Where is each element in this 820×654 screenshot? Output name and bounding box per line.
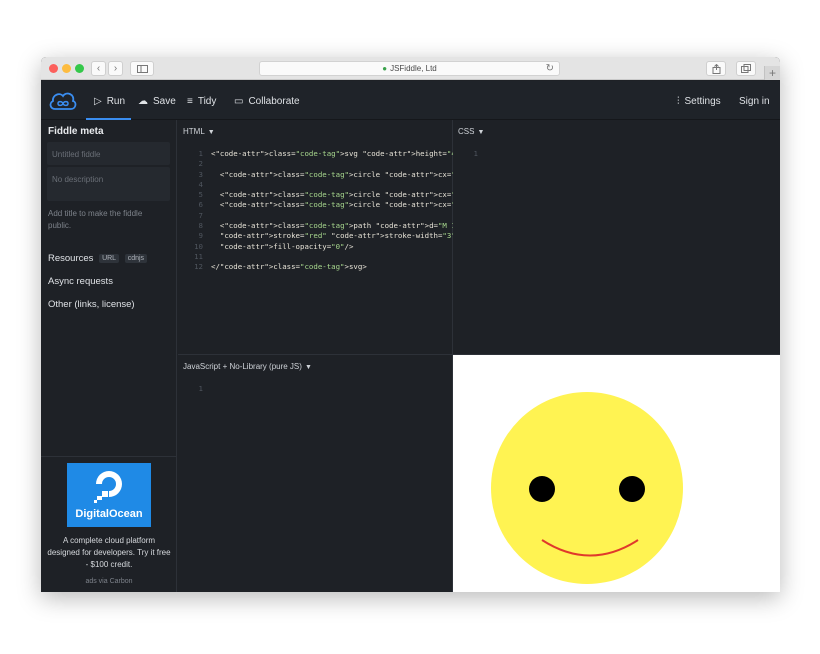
- url-chip[interactable]: URL: [99, 254, 120, 263]
- digitalocean-ad-image[interactable]: DigitalOcean: [67, 463, 151, 527]
- save-label: Save: [153, 95, 176, 107]
- jsfiddle-logo[interactable]: [48, 89, 78, 113]
- browser-chrome: ‹ › ● JSFiddle, Ltd ↻ +: [41, 57, 780, 80]
- js-pane-label[interactable]: JavaScript + No-Library (pure JS) ▼: [183, 362, 312, 371]
- code-line[interactable]: 1: [458, 149, 486, 159]
- sign-in-label: Sign in: [739, 95, 770, 107]
- settings-label: Settings: [684, 95, 721, 107]
- line-number: 3: [198, 169, 203, 179]
- caret-down-icon: ▼: [477, 129, 485, 136]
- line-number: 9: [198, 231, 203, 241]
- close-window-button[interactable]: [49, 64, 58, 73]
- js-pane-title: JavaScript + No-Library (pure JS): [183, 362, 302, 371]
- css-editor-pane[interactable]: CSS ▼ 1: [453, 120, 780, 355]
- tabs-icon: [741, 64, 751, 73]
- new-tab-button[interactable]: +: [764, 66, 780, 80]
- smiley-left-eye: [529, 476, 555, 502]
- line-number: 8: [198, 221, 203, 231]
- js-editor-pane[interactable]: JavaScript + No-Library (pure JS) ▼ 1: [178, 355, 453, 592]
- chat-icon: ▭: [234, 95, 244, 107]
- address-bar-text: JSFiddle, Ltd: [390, 64, 437, 73]
- tabs-overview-button[interactable]: [736, 61, 756, 76]
- css-code-editor[interactable]: 1: [458, 149, 486, 159]
- line-number: 1: [198, 384, 203, 393]
- caret-down-icon: ▼: [304, 364, 312, 371]
- line-number: 1: [198, 149, 203, 158]
- result-pane[interactable]: [453, 355, 780, 592]
- save-button[interactable]: ☁ Save: [138, 94, 176, 108]
- ad-text[interactable]: A complete cloud platform designed for d…: [47, 535, 171, 571]
- play-icon: ▷: [94, 95, 102, 107]
- html-editor-pane[interactable]: HTML ▼ 1 <"code-attr">class="code-tag">svg…: [178, 120, 780, 355]
- line-number: 2: [198, 159, 203, 169]
- sliders-icon: ⫶: [677, 95, 680, 107]
- line-number: 12: [194, 262, 203, 272]
- other-links-link[interactable]: Other (links, license): [48, 299, 135, 310]
- html-pane-label[interactable]: HTML ▼: [183, 127, 215, 136]
- lines-icon: ≡: [187, 95, 193, 107]
- js-code-editor[interactable]: 1: [183, 384, 211, 394]
- html-pane-title: HTML: [183, 127, 205, 136]
- line-number: 1: [473, 149, 478, 158]
- caret-down-icon: ▼: [207, 129, 215, 136]
- line-number: 7: [198, 210, 203, 220]
- line-number: 11: [194, 251, 203, 261]
- app-toolbar: ▷ Run ☁ Save ≡ Tidy ▭ Collaborate ⫶ Sett…: [41, 81, 780, 120]
- back-button[interactable]: ‹: [91, 61, 106, 76]
- run-button[interactable]: ▷ Run: [94, 94, 125, 108]
- tidy-button[interactable]: ≡ Tidy: [187, 94, 216, 108]
- css-pane-title: CSS: [458, 127, 475, 136]
- tidy-label: Tidy: [197, 95, 217, 107]
- reload-icon[interactable]: ↻: [546, 63, 554, 74]
- collaborate-label: Collaborate: [248, 95, 300, 107]
- result-smiley: [491, 392, 683, 584]
- line-number: 10: [194, 241, 203, 251]
- sign-in-link[interactable]: Sign in: [739, 94, 770, 108]
- sidebar: Fiddle meta Untitled fiddle No descripti…: [41, 120, 177, 592]
- code-line[interactable]: 1: [183, 384, 211, 394]
- divider: [41, 456, 177, 457]
- async-requests-link[interactable]: Async requests: [48, 276, 113, 287]
- plus-icon: +: [768, 66, 776, 80]
- share-icon: [712, 63, 720, 74]
- cdnjs-chip[interactable]: cdnjs: [124, 254, 148, 263]
- smiley-right-eye: [619, 476, 645, 502]
- collaborate-button[interactable]: ▭ Collaborate: [234, 94, 300, 108]
- code-text: "code-attr">fill-opacity="0"/>: [219, 241, 354, 251]
- chevron-right-icon: ›: [113, 62, 118, 74]
- fiddle-title-input[interactable]: Untitled fiddle: [47, 142, 170, 165]
- forward-button[interactable]: ›: [108, 61, 123, 76]
- browser-window: ‹ › ● JSFiddle, Ltd ↻ + ▷ Run ☁ Save ≡ T…: [41, 57, 780, 592]
- cloud-upload-icon: ☁: [138, 95, 148, 107]
- chevron-left-icon: ‹: [96, 62, 101, 74]
- line-number: 5: [198, 190, 203, 200]
- sidebar-title: Fiddle meta: [48, 126, 104, 137]
- fiddle-description-input[interactable]: No description: [47, 167, 170, 201]
- settings-button[interactable]: ⫶ Settings: [677, 94, 721, 108]
- sidebar-toggle-button[interactable]: [130, 61, 154, 76]
- line-number: 6: [198, 200, 203, 210]
- run-label: Run: [106, 95, 126, 107]
- lock-icon: ●: [382, 64, 388, 73]
- resources-label: Resources: [48, 253, 94, 264]
- css-pane-label[interactable]: CSS ▼: [458, 127, 484, 136]
- sidebar-note: Add title to make the fiddle public.: [48, 209, 143, 230]
- zoom-window-button[interactable]: [75, 64, 84, 73]
- ad-brand: DigitalOcean: [75, 508, 143, 520]
- address-bar[interactable]: ● JSFiddle, Ltd ↻: [259, 61, 560, 76]
- line-number: 4: [198, 179, 203, 189]
- resources-section[interactable]: Resources URL cdnjs: [48, 253, 148, 264]
- code-text: </"code-attr">class="code-tag">svg>: [211, 262, 367, 272]
- ads-via-carbon-link[interactable]: ads via Carbon: [47, 578, 171, 585]
- minimize-window-button[interactable]: [62, 64, 71, 73]
- code-text: "code-attr">stroke="red" "code-attr">str…: [219, 231, 456, 241]
- sidebar-icon: [136, 64, 148, 73]
- share-button[interactable]: [706, 61, 726, 76]
